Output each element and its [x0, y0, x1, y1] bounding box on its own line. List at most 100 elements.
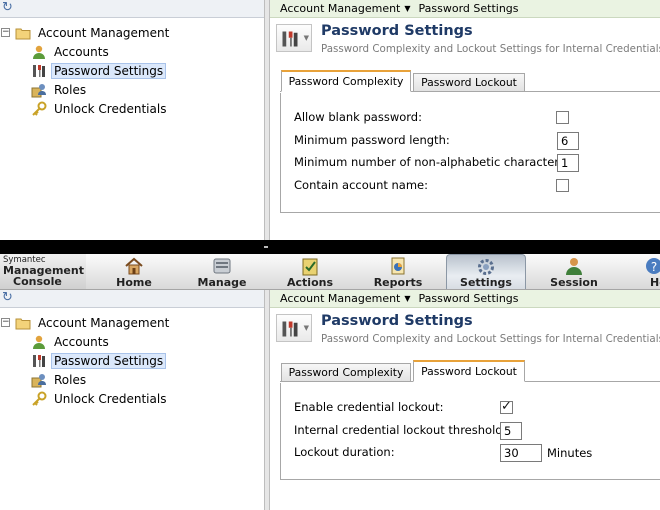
refresh-icon[interactable]: ↻ — [2, 1, 16, 15]
tree-item-roles[interactable]: Roles — [31, 371, 89, 389]
tree-item-accounts[interactable]: Accounts — [31, 333, 112, 351]
toolbar-home-button[interactable]: Home — [100, 254, 168, 289]
contain-name-checkbox[interactable] — [556, 179, 569, 192]
content-panel: Account Management ▼ Password Settings ▼… — [270, 0, 660, 240]
svg-text:?: ? — [651, 260, 657, 274]
page-header: ▼ Password Settings Password Complexity … — [270, 308, 660, 354]
refresh-icon[interactable]: ↻ — [2, 291, 16, 305]
help-icon: ? — [643, 256, 660, 276]
tab-password-complexity[interactable]: Password Complexity — [281, 70, 411, 92]
tree-item-label: Accounts — [54, 335, 109, 349]
toolbar-session-button[interactable]: Session — [540, 254, 608, 289]
toolbar-button-label: Session — [550, 276, 598, 289]
tree-item-accounts[interactable]: Accounts — [31, 43, 112, 61]
tree-item-label: Password Settings — [51, 353, 167, 369]
lockout-duration-label: Lockout duration: — [294, 445, 395, 459]
page-subtitle: Password Complexity and Lockout Settings… — [321, 43, 660, 55]
toolbar-button-label: Manage — [197, 276, 247, 289]
main-toolbar: Symantec Management Console Home Manage … — [0, 254, 660, 290]
password-lockout-panel: Enable credential lockout: Internal cred… — [280, 383, 660, 480]
min-length-input[interactable]: 6 — [557, 132, 579, 150]
tree-item-unlock-credentials[interactable]: Unlock Credentials — [31, 390, 169, 408]
key-icon — [31, 101, 47, 117]
roles-icon — [31, 82, 47, 98]
chevron-down-icon[interactable]: ▼ — [404, 4, 410, 13]
roles-icon — [31, 372, 47, 388]
breadcrumb-root[interactable]: Account Management — [280, 292, 400, 305]
tab-strip: Password Complexity Password Lockout — [280, 360, 660, 382]
folder-icon — [15, 25, 31, 41]
user-icon — [31, 334, 47, 350]
toolbar-help-button[interactable]: ? He — [630, 254, 660, 289]
min-length-label: Minimum password length: — [294, 133, 450, 147]
page-title: Password Settings — [321, 313, 473, 329]
navigation-tree-panel: ↻ − Account Management Accounts Password… — [0, 290, 264, 510]
content-panel: Account Management ▼ Password Settings ▼… — [270, 290, 660, 510]
page-header: ▼ Password Settings Password Complexity … — [270, 18, 660, 64]
breadcrumb-root[interactable]: Account Management — [280, 2, 400, 15]
page-title: Password Settings — [321, 23, 473, 39]
tools-icon — [282, 31, 298, 47]
lockout-threshold-input[interactable]: 5 — [500, 422, 522, 440]
min-nonalpha-input[interactable]: 1 — [557, 154, 579, 172]
tab-strip: Password Complexity Password Lockout — [280, 70, 660, 92]
lockout-duration-input[interactable]: 30 — [500, 444, 542, 462]
tree-item-unlock-credentials[interactable]: Unlock Credentials — [31, 100, 169, 118]
server-icon — [211, 256, 233, 276]
min-nonalpha-label: Minimum number of non-alphabetic charact… — [294, 155, 569, 169]
brand-logo: Symantec Management Console — [0, 254, 86, 289]
enable-lockout-checkbox[interactable] — [500, 399, 513, 414]
tree-item-label: Roles — [54, 373, 87, 387]
lockout-duration-unit: Minutes — [547, 446, 593, 460]
page-tools-menu[interactable]: ▼ — [276, 24, 312, 52]
toolbar-reports-button[interactable]: Reports — [364, 254, 432, 289]
tree-header: ↻ — [0, 290, 264, 308]
tree-item-label: Accounts — [54, 45, 109, 59]
gear-icon — [475, 257, 497, 277]
allow-blank-checkbox[interactable] — [556, 111, 569, 124]
toolbar-button-label: He — [650, 276, 660, 289]
contain-name-label: Contain account name: — [294, 178, 429, 192]
tab-password-complexity[interactable]: Password Complexity — [281, 363, 411, 382]
tree-item-password-settings[interactable]: Password Settings — [31, 352, 167, 370]
tools-icon — [282, 321, 298, 337]
tree-collapse-icon[interactable]: − — [1, 28, 10, 37]
lockout-threshold-label: Internal credential lockout threshold: — [294, 423, 507, 437]
tree-item-password-settings[interactable]: Password Settings — [31, 62, 167, 80]
page-tools-menu[interactable]: ▼ — [276, 314, 312, 342]
tools-icon — [31, 353, 47, 369]
top-screen: ↻ − Account Management Accounts Password… — [0, 0, 660, 240]
tree-collapse-icon[interactable]: − — [1, 318, 10, 327]
toolbar-actions-button[interactable]: Actions — [276, 254, 344, 289]
breadcrumb-current: Password Settings — [418, 2, 519, 15]
tree-item-label: Password Settings — [51, 63, 167, 79]
toolbar-button-label: Settings — [460, 276, 512, 289]
tools-icon — [31, 63, 47, 79]
tree-item-account-management[interactable]: Account Management — [15, 314, 172, 332]
toolbar-manage-button[interactable]: Manage — [186, 254, 258, 289]
tab-password-lockout[interactable]: Password Lockout — [413, 360, 525, 382]
tree-item-label: Roles — [54, 83, 87, 97]
chevron-down-icon[interactable]: ▼ — [404, 294, 410, 303]
tree-item-label: Unlock Credentials — [54, 102, 167, 116]
toolbar-settings-button[interactable]: Settings — [446, 254, 526, 289]
user-icon — [31, 44, 47, 60]
screen-divider — [264, 246, 268, 248]
breadcrumb: Account Management ▼ Password Settings — [270, 290, 660, 308]
report-icon — [387, 256, 409, 276]
tree-item-account-management[interactable]: Account Management — [15, 24, 172, 42]
clipboard-check-icon — [299, 256, 321, 276]
toolbar-button-label: Reports — [373, 276, 423, 289]
tree-item-label: Account Management — [38, 26, 170, 40]
allow-blank-label: Allow blank password: — [294, 110, 422, 124]
page-subtitle: Password Complexity and Lockout Settings… — [321, 333, 660, 345]
folder-icon — [15, 315, 31, 331]
brand-title-line2: Console — [13, 275, 62, 288]
tree-item-roles[interactable]: Roles — [31, 81, 89, 99]
toolbar-button-label: Actions — [287, 276, 333, 289]
toolbar-button-label: Home — [116, 276, 152, 289]
breadcrumb-current: Password Settings — [418, 292, 519, 305]
navigation-tree-panel: ↻ − Account Management Accounts Password… — [0, 0, 264, 240]
tab-password-lockout[interactable]: Password Lockout — [413, 73, 525, 92]
chevron-down-icon: ▼ — [303, 324, 309, 332]
